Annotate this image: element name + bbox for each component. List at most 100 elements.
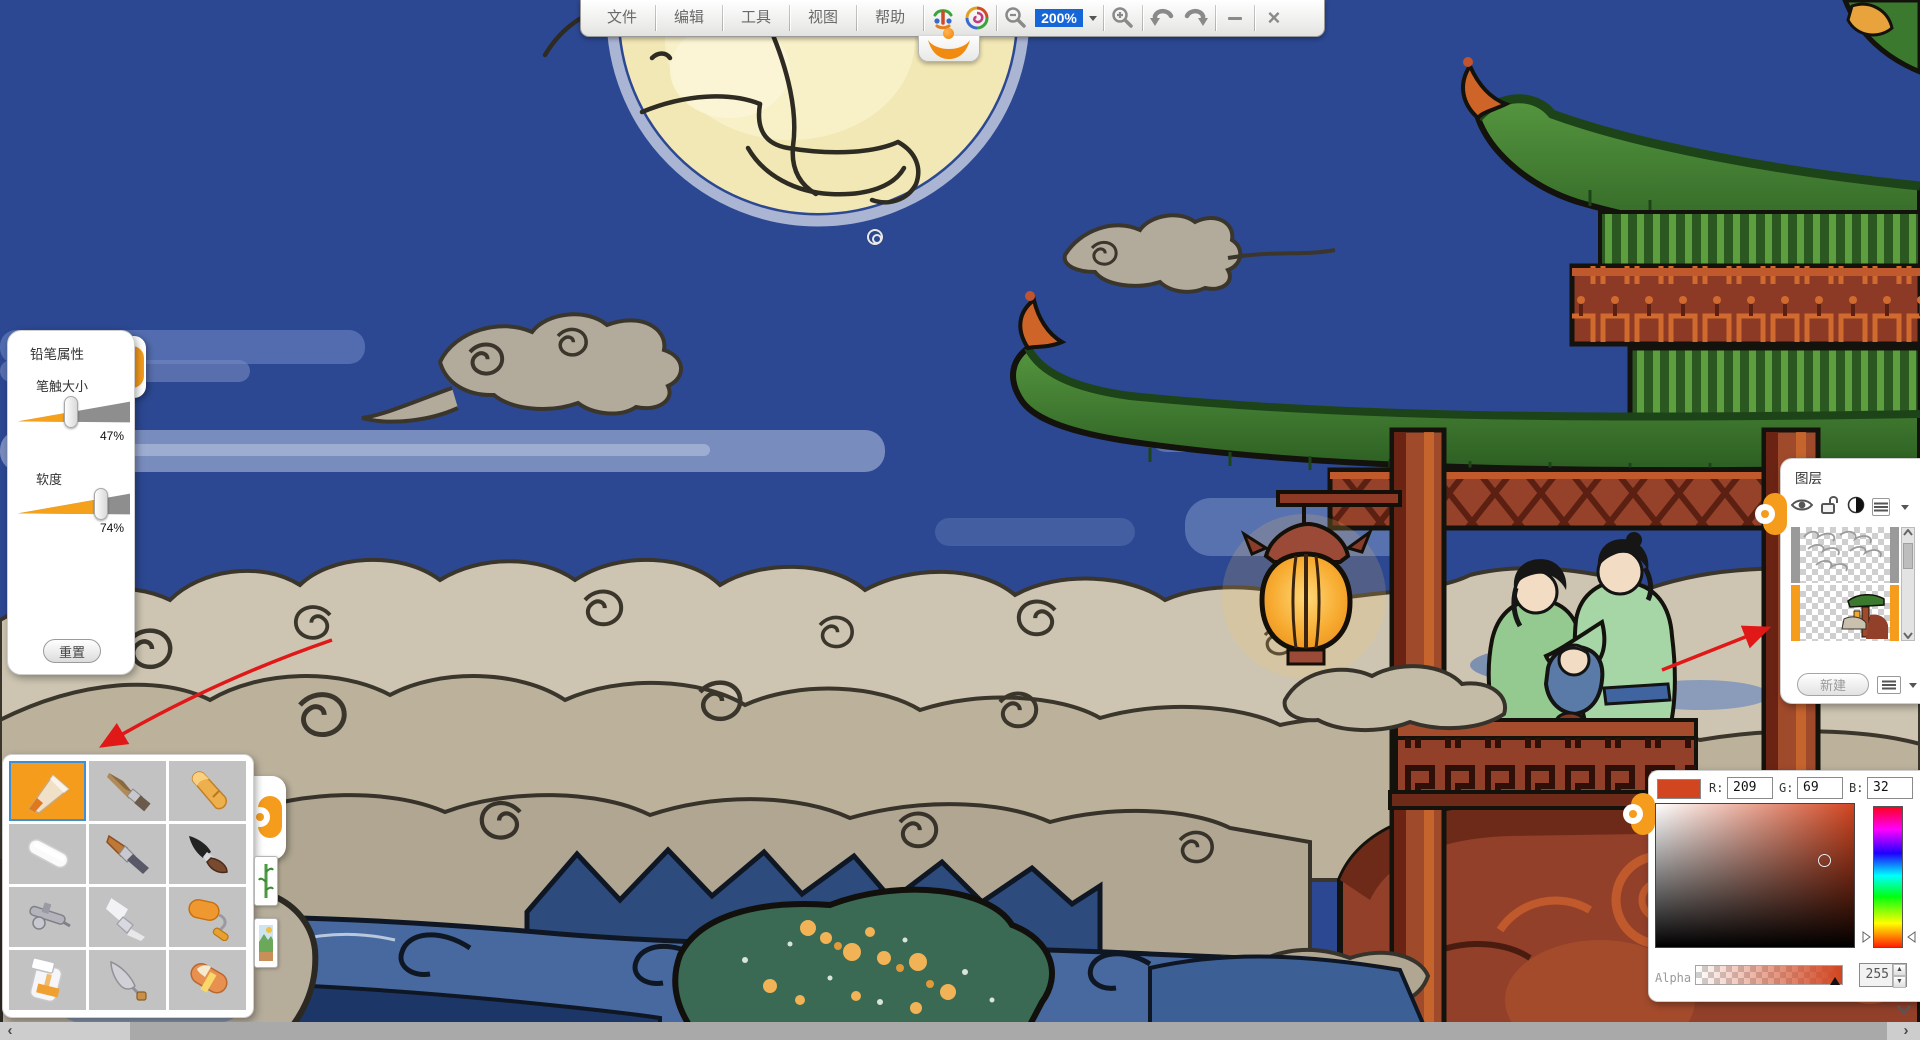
current-color-swatch (1657, 779, 1701, 799)
alpha-decrease-icon[interactable]: ▼ (1893, 976, 1906, 988)
layer-options-icon[interactable] (1877, 676, 1901, 694)
minimize-icon[interactable] (1218, 4, 1252, 32)
zoom-out-icon[interactable] (999, 4, 1033, 32)
toolbar-separator (923, 5, 924, 31)
layer-menu-dropdown-icon[interactable] (1901, 505, 1909, 510)
layers-panel-title: 图层 (1795, 467, 1822, 487)
menu-view[interactable]: 视图 (792, 4, 854, 32)
blue-value-input[interactable]: 32 (1867, 777, 1913, 799)
brush-wooden[interactable] (89, 761, 166, 821)
brush-ink[interactable] (169, 824, 246, 884)
alpha-slider[interactable] (1695, 965, 1843, 985)
canvas-painting[interactable] (0, 0, 1920, 1040)
scroll-up-icon[interactable] (1903, 529, 1913, 536)
layer-row-sketch[interactable] (1791, 527, 1899, 583)
layer-select-bar (1791, 527, 1800, 583)
pencil-properties-panel: 铅笔属性 笔触大小 47% 软度 74% 重置 (7, 330, 135, 675)
softness-value: 74% (100, 521, 124, 535)
toolbar-separator (996, 5, 997, 31)
zoom-dropdown-icon[interactable] (1089, 16, 1097, 21)
brush-chalk[interactable] (9, 824, 86, 884)
zoom-in-icon[interactable] (1106, 4, 1140, 32)
hue-marker-left-icon[interactable] (1862, 931, 1871, 943)
layer-select-bar (1890, 585, 1899, 641)
zoom-level-value[interactable]: 200% (1035, 9, 1083, 27)
brush-crayon[interactable] (169, 761, 246, 821)
scroll-left-icon[interactable]: ‹ (0, 1022, 20, 1040)
scroll-down-icon[interactable] (1903, 632, 1913, 639)
slider-thumb[interactable] (64, 396, 78, 428)
reset-button[interactable]: 重置 (43, 639, 101, 663)
redo-icon[interactable] (1179, 4, 1213, 32)
close-icon[interactable]: × (1257, 4, 1291, 32)
alpha-marker-icon[interactable] (1830, 977, 1840, 985)
layer-options-dropdown-icon[interactable] (1909, 683, 1917, 688)
menu-edit[interactable]: 编辑 (658, 4, 720, 32)
color-panel-handle[interactable] (1631, 793, 1655, 835)
brush-cursor (867, 229, 883, 245)
red-label: R: (1709, 781, 1723, 795)
softness-slider[interactable] (18, 491, 130, 517)
hue-slider[interactable] (1873, 806, 1903, 948)
brush-flat[interactable] (89, 887, 166, 947)
alpha-label: Alpha (1655, 971, 1691, 985)
contrast-icon[interactable] (1847, 496, 1865, 519)
stamp-bamboo-tab[interactable] (254, 856, 278, 906)
saturation-value-picker[interactable] (1655, 803, 1855, 948)
menu-file[interactable]: 文件 (591, 4, 653, 32)
alpha-value[interactable]: 255 (1860, 964, 1892, 986)
horizontal-scroll-thumb[interactable] (130, 1022, 1887, 1040)
alpha-gradient (1696, 966, 1842, 984)
flower-hill (675, 890, 1052, 1040)
brush-paint-bottle[interactable] (9, 950, 86, 1010)
scroll-right-icon[interactable]: › (1896, 1022, 1916, 1040)
layer-menu-icon[interactable] (1872, 498, 1890, 516)
toolbar-separator (722, 5, 723, 31)
brush-size-label: 笔触大小 (36, 376, 88, 395)
alpha-increase-icon[interactable]: ▲ (1893, 964, 1906, 976)
brush-eraser[interactable] (169, 950, 246, 1010)
brush-pencil[interactable] (9, 761, 86, 821)
brush-size-slider[interactable] (18, 399, 130, 425)
clown-smile-icon (925, 38, 973, 60)
mascot-tab[interactable] (918, 36, 980, 62)
brush-roller[interactable] (169, 887, 246, 947)
horizontal-scrollbar[interactable]: ‹ › (0, 1022, 1920, 1040)
layers-scrollbar[interactable] (1901, 527, 1915, 641)
layer-row-painting[interactable] (1791, 585, 1899, 641)
slider-fill (18, 491, 101, 517)
brush-palette-panel (2, 754, 254, 1018)
layer-thumbnail (1800, 585, 1890, 641)
visibility-eye-icon[interactable] (1791, 498, 1813, 517)
blue-label: B: (1849, 781, 1863, 795)
toolbar-separator (1103, 5, 1104, 31)
layer-thumbnail (1800, 527, 1890, 583)
stamp-picture-tab[interactable] (254, 918, 278, 968)
menu-tools[interactable]: 工具 (725, 4, 787, 32)
brush-palette-knife[interactable] (89, 950, 166, 1010)
new-layer-button[interactable]: 新建 (1797, 673, 1869, 696)
vertical-scroll-down-icon[interactable] (1896, 1002, 1912, 1020)
red-value-input[interactable]: 209 (1727, 777, 1773, 799)
softness-label: 软度 (36, 469, 62, 488)
color-cursor[interactable] (1818, 854, 1831, 867)
brush-airbrush[interactable] (9, 887, 86, 947)
toolbox-clown-icon[interactable] (926, 4, 960, 32)
unlock-icon[interactable] (1820, 495, 1840, 519)
alpha-spinner: 255 ▲ ▼ (1859, 963, 1907, 987)
hue-marker-right-icon[interactable] (1907, 931, 1916, 943)
undo-icon[interactable] (1145, 4, 1179, 32)
layers-panel: 图层 (1780, 458, 1920, 704)
toolbar-separator (1142, 5, 1143, 31)
slider-thumb[interactable] (94, 488, 108, 520)
menu-help[interactable]: 帮助 (859, 4, 921, 32)
brush-paint[interactable] (89, 824, 166, 884)
green-value-input[interactable]: 69 (1797, 777, 1843, 799)
gallery-clown-icon[interactable] (960, 4, 994, 32)
scroll-thumb[interactable] (1903, 543, 1913, 569)
slider-fill (18, 399, 71, 425)
brush-size-value: 47% (100, 429, 124, 443)
color-picker-panel: R: 209 G: 69 B: 32 Alpha 255 ▲ ▼ (1648, 770, 1920, 1002)
layers-panel-handle[interactable] (1763, 493, 1787, 535)
palette-handle[interactable] (250, 776, 286, 860)
